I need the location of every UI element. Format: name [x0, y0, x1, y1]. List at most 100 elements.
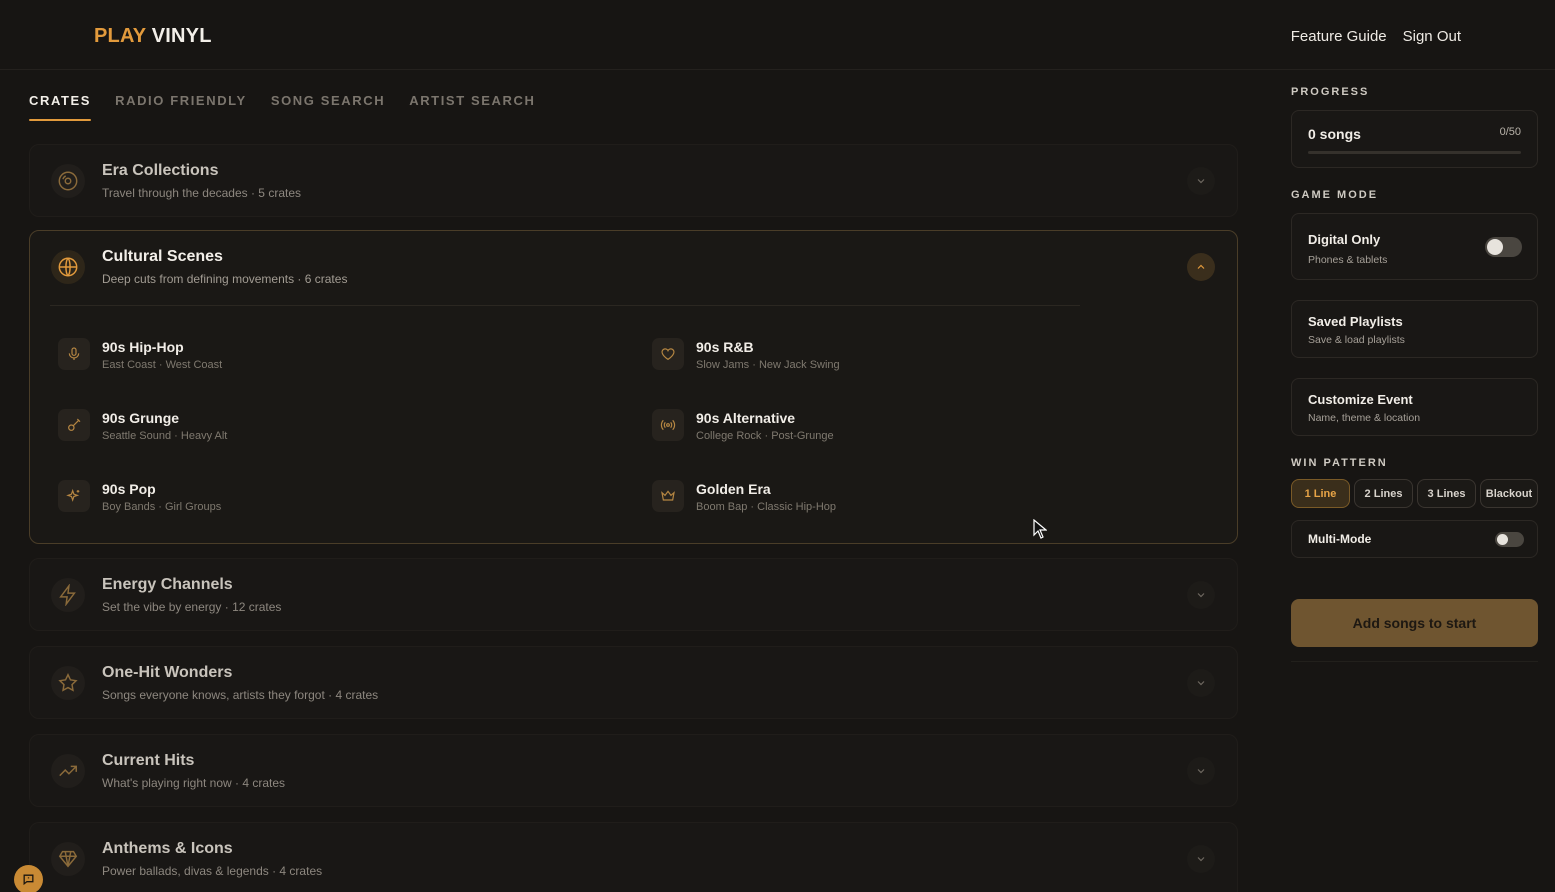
win-pattern-options: 1 Line 2 Lines 3 Lines Blackout — [1291, 479, 1538, 508]
tab-song-search[interactable]: SONG SEARCH — [271, 93, 385, 120]
logo-accent: PLAY — [94, 25, 146, 47]
category-subtitle: Travel through the decades · 5 crates — [102, 186, 301, 200]
guitar-icon — [58, 409, 90, 441]
category-energy-channels: Energy Channels Set the vibe by energy ·… — [29, 558, 1238, 631]
category-title: Anthems & Icons — [102, 840, 233, 857]
crate-item[interactable]: 90s Alternative College Rock · Post-Grun… — [652, 405, 1152, 455]
category-header[interactable]: Anthems & Icons Power ballads, divas & l… — [30, 823, 1237, 892]
pattern-2-lines-button[interactable]: 2 Lines — [1354, 479, 1413, 508]
tab-radio-friendly[interactable]: RADIO FRIENDLY — [115, 93, 247, 120]
crate-title: 90s Alternative — [696, 410, 796, 426]
multi-mode-panel[interactable]: Multi-Mode — [1291, 520, 1538, 558]
chevron-down-icon[interactable] — [1187, 757, 1215, 785]
saved-playlists-title: Saved Playlists — [1308, 314, 1403, 329]
crate-subtitle: Boom Bap · Classic Hip-Hop — [696, 501, 836, 513]
tab-artist-search[interactable]: ARTIST SEARCH — [409, 93, 535, 120]
customize-event-subtitle: Name, theme & location — [1308, 412, 1421, 424]
app-header: PLAY VINYL Feature Guide Sign Out — [0, 0, 1555, 70]
category-title: One-Hit Wonders — [102, 664, 233, 681]
category-header[interactable]: Era Collections Travel through the decad… — [30, 145, 1237, 217]
crate-item[interactable]: Golden Era Boom Bap · Classic Hip-Hop — [652, 476, 1152, 526]
category-subtitle: What's playing right now · 4 crates — [102, 776, 286, 790]
digital-only-panel[interactable]: Digital Only Phones & tablets — [1291, 213, 1538, 280]
progress-songs: 0 songs — [1308, 126, 1361, 142]
chevron-down-icon[interactable] — [1187, 845, 1215, 873]
crate-title: 90s Grunge — [102, 410, 180, 426]
feature-guide-link[interactable]: Feature Guide — [1291, 28, 1387, 45]
progress-label: PROGRESS — [1291, 86, 1370, 98]
category-subtitle: Set the vibe by energy · 12 crates — [102, 600, 282, 614]
crate-item[interactable]: 90s R&B Slow Jams · New Jack Swing — [652, 334, 1152, 384]
feedback-chat-icon[interactable] — [14, 865, 43, 892]
multi-mode-toggle[interactable] — [1495, 532, 1524, 547]
crate-title: 90s Pop — [102, 481, 156, 497]
sign-out-link[interactable]: Sign Out — [1403, 28, 1461, 45]
saved-playlists-panel[interactable]: Saved Playlists Save & load playlists — [1291, 300, 1538, 358]
crate-title: Golden Era — [696, 481, 771, 497]
crate-item[interactable]: 90s Pop Boy Bands · Girl Groups — [58, 476, 558, 526]
crate-subtitle: Slow Jams · New Jack Swing — [696, 359, 840, 371]
crate-subtitle: Seattle Sound · Heavy Alt — [102, 430, 228, 442]
category-cultural-scenes: Cultural Scenes Deep cuts from defining … — [29, 230, 1238, 544]
vinyl-icon — [51, 164, 85, 198]
crate-item[interactable]: 90s Hip-Hop East Coast · West Coast — [58, 334, 558, 384]
toggle-knob — [1497, 534, 1508, 545]
saved-playlists-subtitle: Save & load playlists — [1308, 334, 1405, 346]
pattern-3-lines-button[interactable]: 3 Lines — [1417, 479, 1476, 508]
pattern-1-line-button[interactable]: 1 Line — [1291, 479, 1350, 508]
chevron-up-icon[interactable] — [1187, 253, 1215, 281]
pattern-blackout-button[interactable]: Blackout — [1480, 479, 1538, 508]
chevron-down-icon[interactable] — [1187, 581, 1215, 609]
main-tabs: CRATES RADIO FRIENDLY SONG SEARCH ARTIST… — [29, 93, 535, 121]
toggle-knob — [1487, 239, 1503, 255]
app-logo[interactable]: PLAY VINYL — [94, 25, 212, 48]
category-header[interactable]: One-Hit Wonders Songs everyone knows, ar… — [30, 647, 1237, 719]
mouse-cursor-icon — [1033, 518, 1048, 544]
globe-icon — [51, 250, 85, 284]
category-title: Energy Channels — [102, 576, 233, 593]
category-title: Cultural Scenes — [102, 248, 223, 265]
chevron-down-icon[interactable] — [1187, 669, 1215, 697]
multi-mode-title: Multi-Mode — [1308, 532, 1372, 546]
crate-title: 90s Hip-Hop — [102, 339, 184, 355]
tab-crates[interactable]: CRATES — [29, 93, 92, 121]
category-subtitle: Deep cuts from defining movements · 6 cr… — [102, 272, 348, 286]
customize-event-title: Customize Event — [1308, 392, 1413, 407]
category-one-hit-wonders: One-Hit Wonders Songs everyone knows, ar… — [29, 646, 1238, 719]
crate-subtitle: College Rock · Post-Grunge — [696, 430, 834, 442]
category-title: Era Collections — [102, 162, 219, 179]
star-icon — [51, 666, 85, 700]
divider — [1291, 661, 1538, 662]
progress-count: 0/50 — [1499, 126, 1521, 138]
radio-waves-icon — [652, 409, 684, 441]
customize-event-panel[interactable]: Customize Event Name, theme & location — [1291, 378, 1538, 436]
add-songs-start-button[interactable]: Add songs to start — [1291, 599, 1538, 647]
crate-title: 90s R&B — [696, 339, 754, 355]
category-title: Current Hits — [102, 752, 195, 769]
digital-only-toggle[interactable] — [1485, 237, 1522, 257]
heart-icon — [652, 338, 684, 370]
progress-bar — [1308, 151, 1521, 154]
crate-subtitle: Boy Bands · Girl Groups — [102, 501, 222, 513]
logo-rest: VINYL — [151, 25, 212, 47]
header-nav: Feature Guide Sign Out — [1291, 28, 1461, 45]
category-header[interactable]: Current Hits What's playing right now · … — [30, 735, 1237, 807]
digital-only-title: Digital Only — [1308, 232, 1381, 247]
lightning-icon — [51, 578, 85, 612]
win-pattern-label: WIN PATTERN — [1291, 457, 1388, 469]
crown-icon — [652, 480, 684, 512]
crate-subtitle: East Coast · West Coast — [102, 359, 223, 371]
microphone-icon — [58, 338, 90, 370]
sparkles-icon — [58, 480, 90, 512]
digital-only-subtitle: Phones & tablets — [1308, 254, 1388, 266]
category-current-hits: Current Hits What's playing right now · … — [29, 734, 1238, 807]
crate-item[interactable]: 90s Grunge Seattle Sound · Heavy Alt — [58, 405, 558, 455]
category-anthems-icons: Anthems & Icons Power ballads, divas & l… — [29, 822, 1238, 892]
category-subtitle: Power ballads, divas & legends · 4 crate… — [102, 864, 323, 878]
trending-up-icon — [51, 754, 85, 788]
diamond-icon — [51, 842, 85, 876]
category-header[interactable]: Energy Channels Set the vibe by energy ·… — [30, 559, 1237, 631]
chevron-down-icon[interactable] — [1187, 167, 1215, 195]
divider — [50, 305, 1080, 306]
category-header[interactable]: Cultural Scenes Deep cuts from defining … — [30, 231, 1237, 303]
